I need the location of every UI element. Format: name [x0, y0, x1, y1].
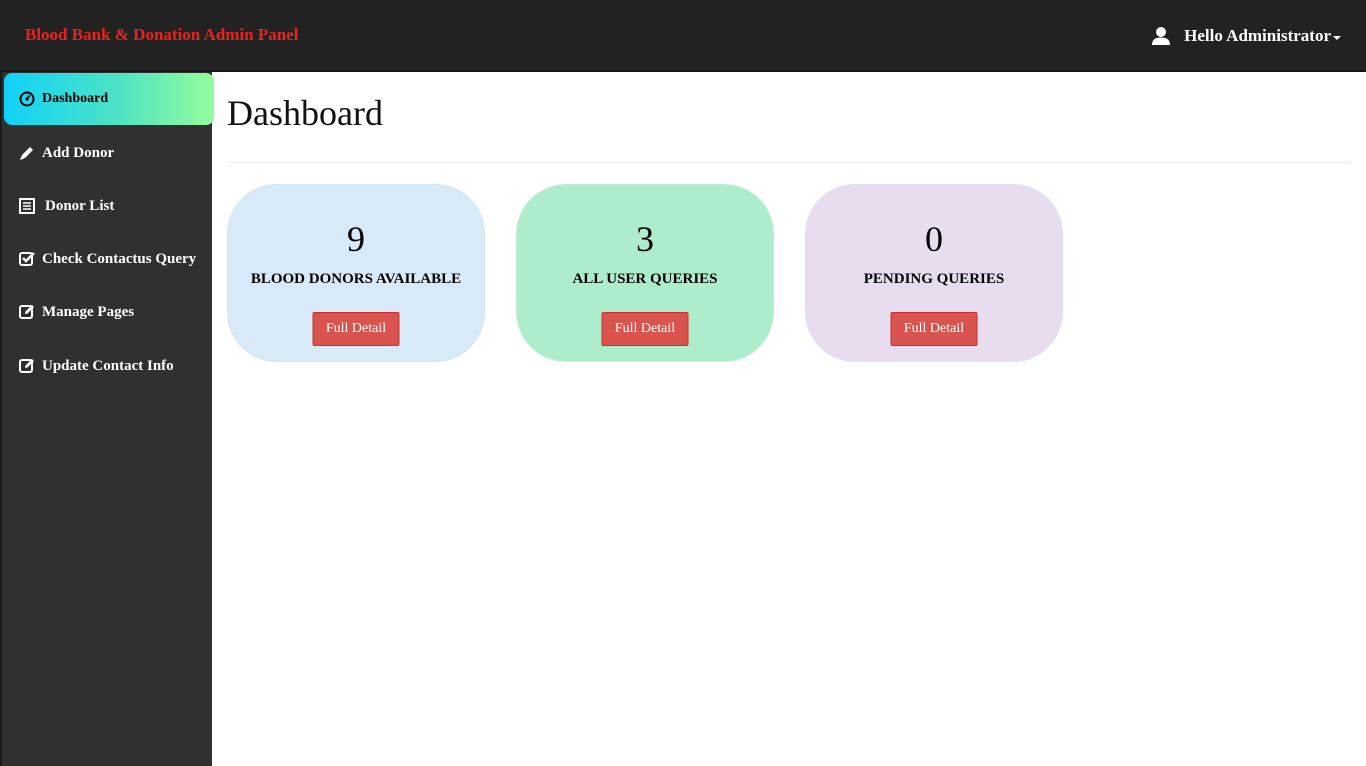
- stat-label: PENDING QUERIES: [863, 271, 1005, 287]
- page-title: Dashboard: [227, 93, 383, 133]
- stat-count: 9: [347, 219, 365, 259]
- sidebar-item-dashboard[interactable]: Dashboard: [4, 73, 214, 125]
- sidebar-item-check-contactus-query[interactable]: Check Contactus Query: [4, 233, 214, 285]
- user-icon: [1152, 26, 1171, 46]
- divider: [227, 162, 1351, 163]
- stat-card-pending-queries: 0 PENDING QUERIES Full Detail: [805, 184, 1063, 362]
- stat-label: ALL USER QUERIES: [572, 271, 718, 287]
- sidebar-item-donor-list[interactable]: Donor List: [4, 180, 214, 232]
- edit-icon: [19, 358, 35, 374]
- full-detail-button[interactable]: Full Detail: [601, 312, 689, 346]
- edit-icon: [19, 304, 35, 320]
- stat-card-user-queries: 3 ALL USER QUERIES Full Detail: [516, 184, 774, 362]
- main-content: Dashboard 9 BLOOD DONORS AVAILABLE Full …: [212, 72, 1366, 766]
- user-greeting: Hello Administrator: [1184, 26, 1331, 45]
- full-detail-button[interactable]: Full Detail: [312, 312, 400, 346]
- sidebar-item-label: Update Contact Info: [42, 357, 174, 374]
- sidebar-item-update-contact-info[interactable]: Update Contact Info: [4, 340, 214, 392]
- sidebar-item-add-donor[interactable]: Add Donor: [4, 127, 214, 179]
- top-navbar: Blood Bank & Donation Admin Panel Hello …: [0, 0, 1366, 72]
- stat-count: 0: [925, 219, 943, 259]
- sidebar-item-manage-pages[interactable]: Manage Pages: [4, 286, 214, 338]
- user-menu-dropdown[interactable]: Hello Administrator: [1152, 24, 1341, 48]
- sidebar-item-label: Donor List: [45, 197, 115, 214]
- check-square-icon: [19, 251, 35, 267]
- chevron-down-icon: [1333, 36, 1341, 40]
- dashboard-icon: [19, 91, 35, 107]
- stat-count: 3: [636, 219, 654, 259]
- brand-link[interactable]: Blood Bank & Donation Admin Panel: [25, 25, 299, 45]
- list-icon: [19, 198, 35, 214]
- pencil-icon: [19, 145, 35, 161]
- stat-card-blood-donors: 9 BLOOD DONORS AVAILABLE Full Detail: [227, 184, 485, 362]
- sidebar: Dashboard Add Donor Donor List Check Con…: [0, 72, 214, 766]
- sidebar-item-label: Manage Pages: [42, 303, 135, 320]
- sidebar-item-label: Add Donor: [42, 144, 115, 161]
- sidebar-item-label: Dashboard: [42, 91, 109, 106]
- stat-label: BLOOD DONORS AVAILABLE: [250, 271, 462, 287]
- full-detail-button[interactable]: Full Detail: [890, 312, 978, 346]
- sidebar-item-label: Check Contactus Query: [42, 250, 197, 267]
